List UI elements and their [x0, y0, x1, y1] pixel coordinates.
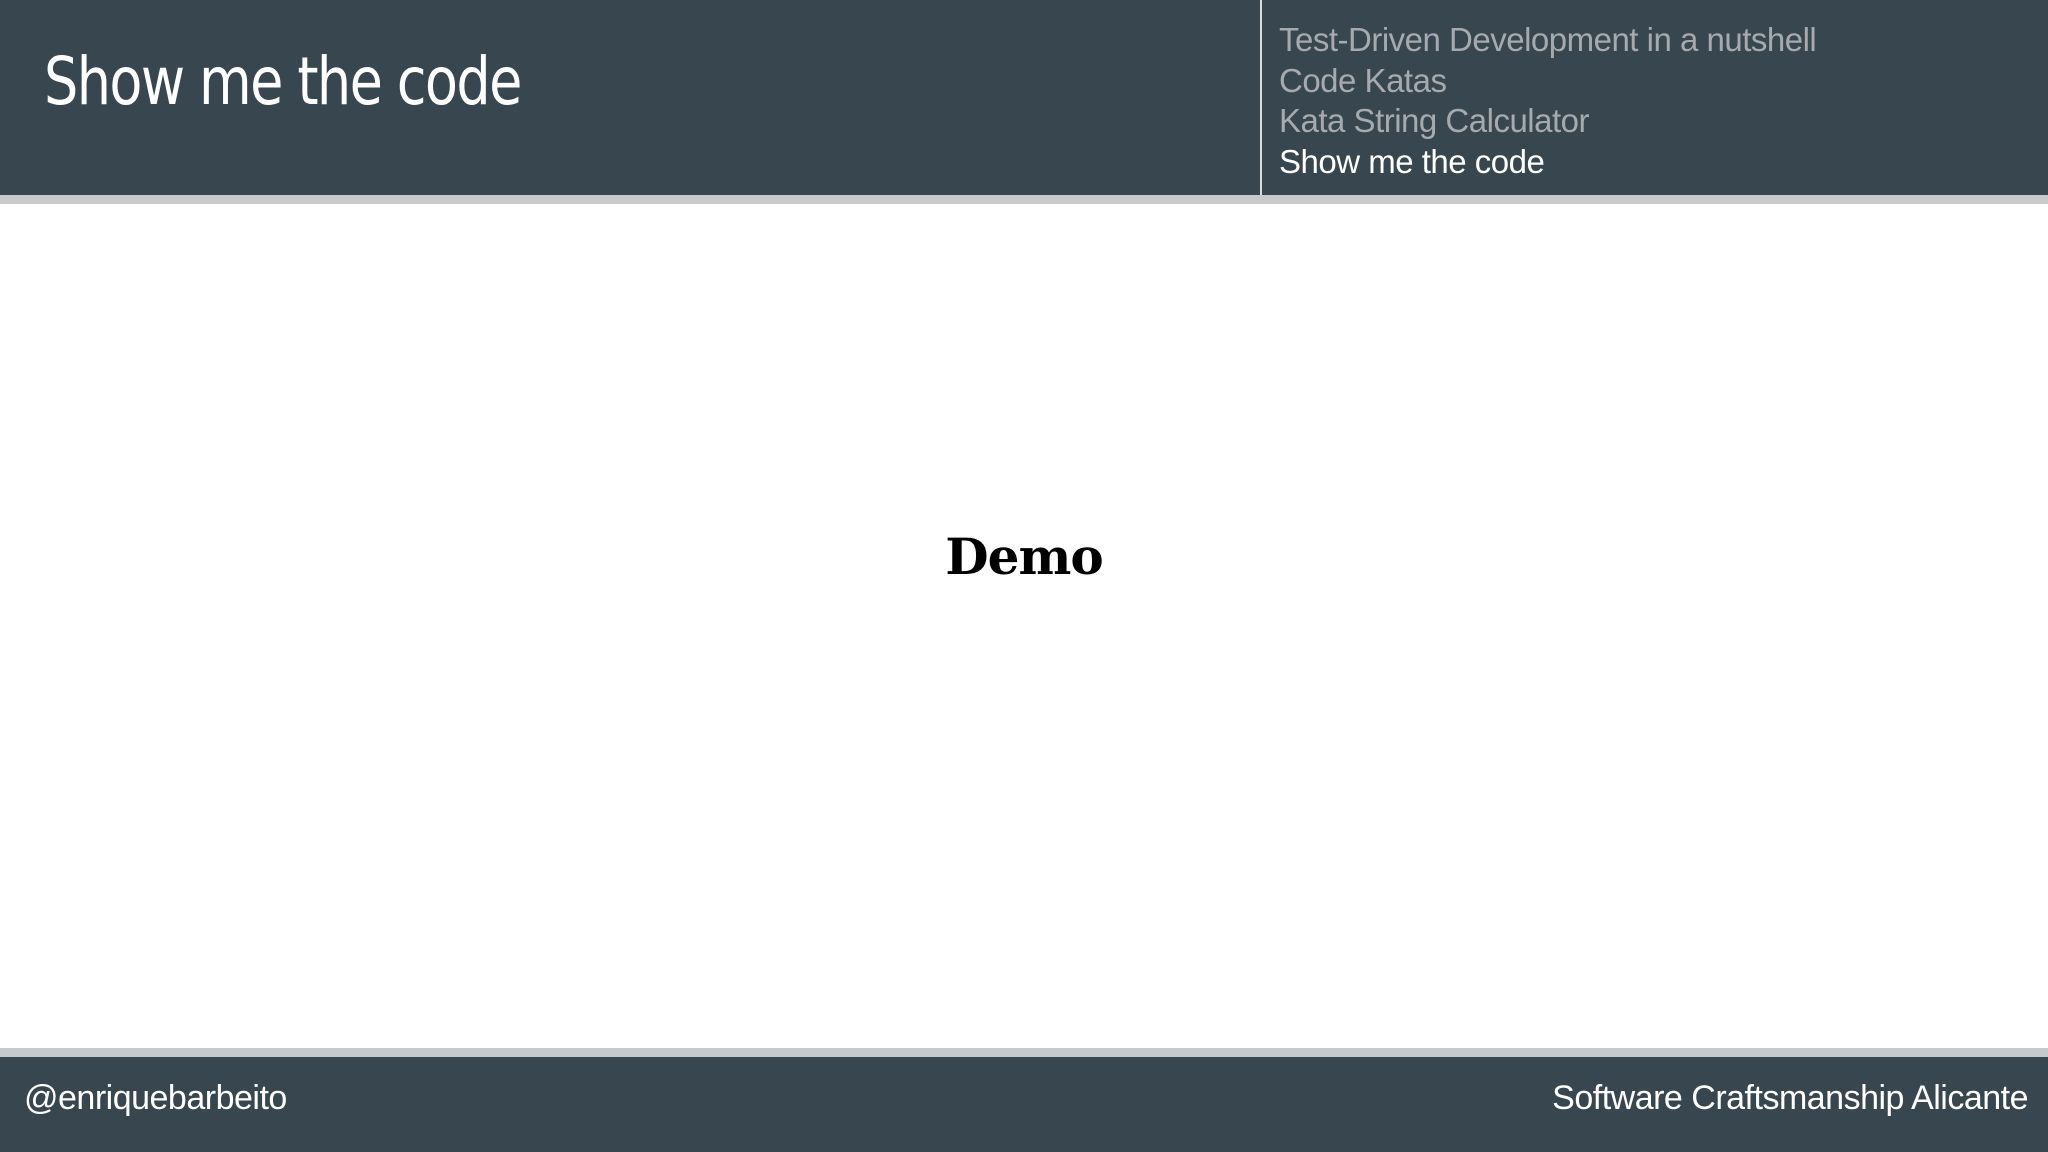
footer-rule — [0, 1048, 2048, 1057]
slide-footer: @enriquebarbeito Software Craftsmanship … — [0, 1057, 2048, 1152]
slide-header: Show me the code Test-Driven Development… — [0, 0, 2048, 195]
outline-item-current: Show me the code — [1279, 142, 1545, 180]
slide-title: Show me the code — [44, 43, 522, 120]
slide-body-text: Demo — [945, 527, 1103, 586]
outline-item: Kata String Calculator — [1279, 102, 1590, 139]
header-divider — [1260, 0, 1262, 195]
header-rule — [0, 195, 2048, 204]
author-handle: @enriquebarbeito — [24, 1079, 287, 1117]
section-outline: Test-Driven Development in a nutshell Co… — [1279, 20, 1817, 182]
organization-name: Software Craftsmanship Alicante — [1552, 1079, 2028, 1117]
outline-item: Code Katas — [1279, 61, 1447, 99]
outline-item: Test-Driven Development in a nutshell — [1279, 21, 1817, 58]
